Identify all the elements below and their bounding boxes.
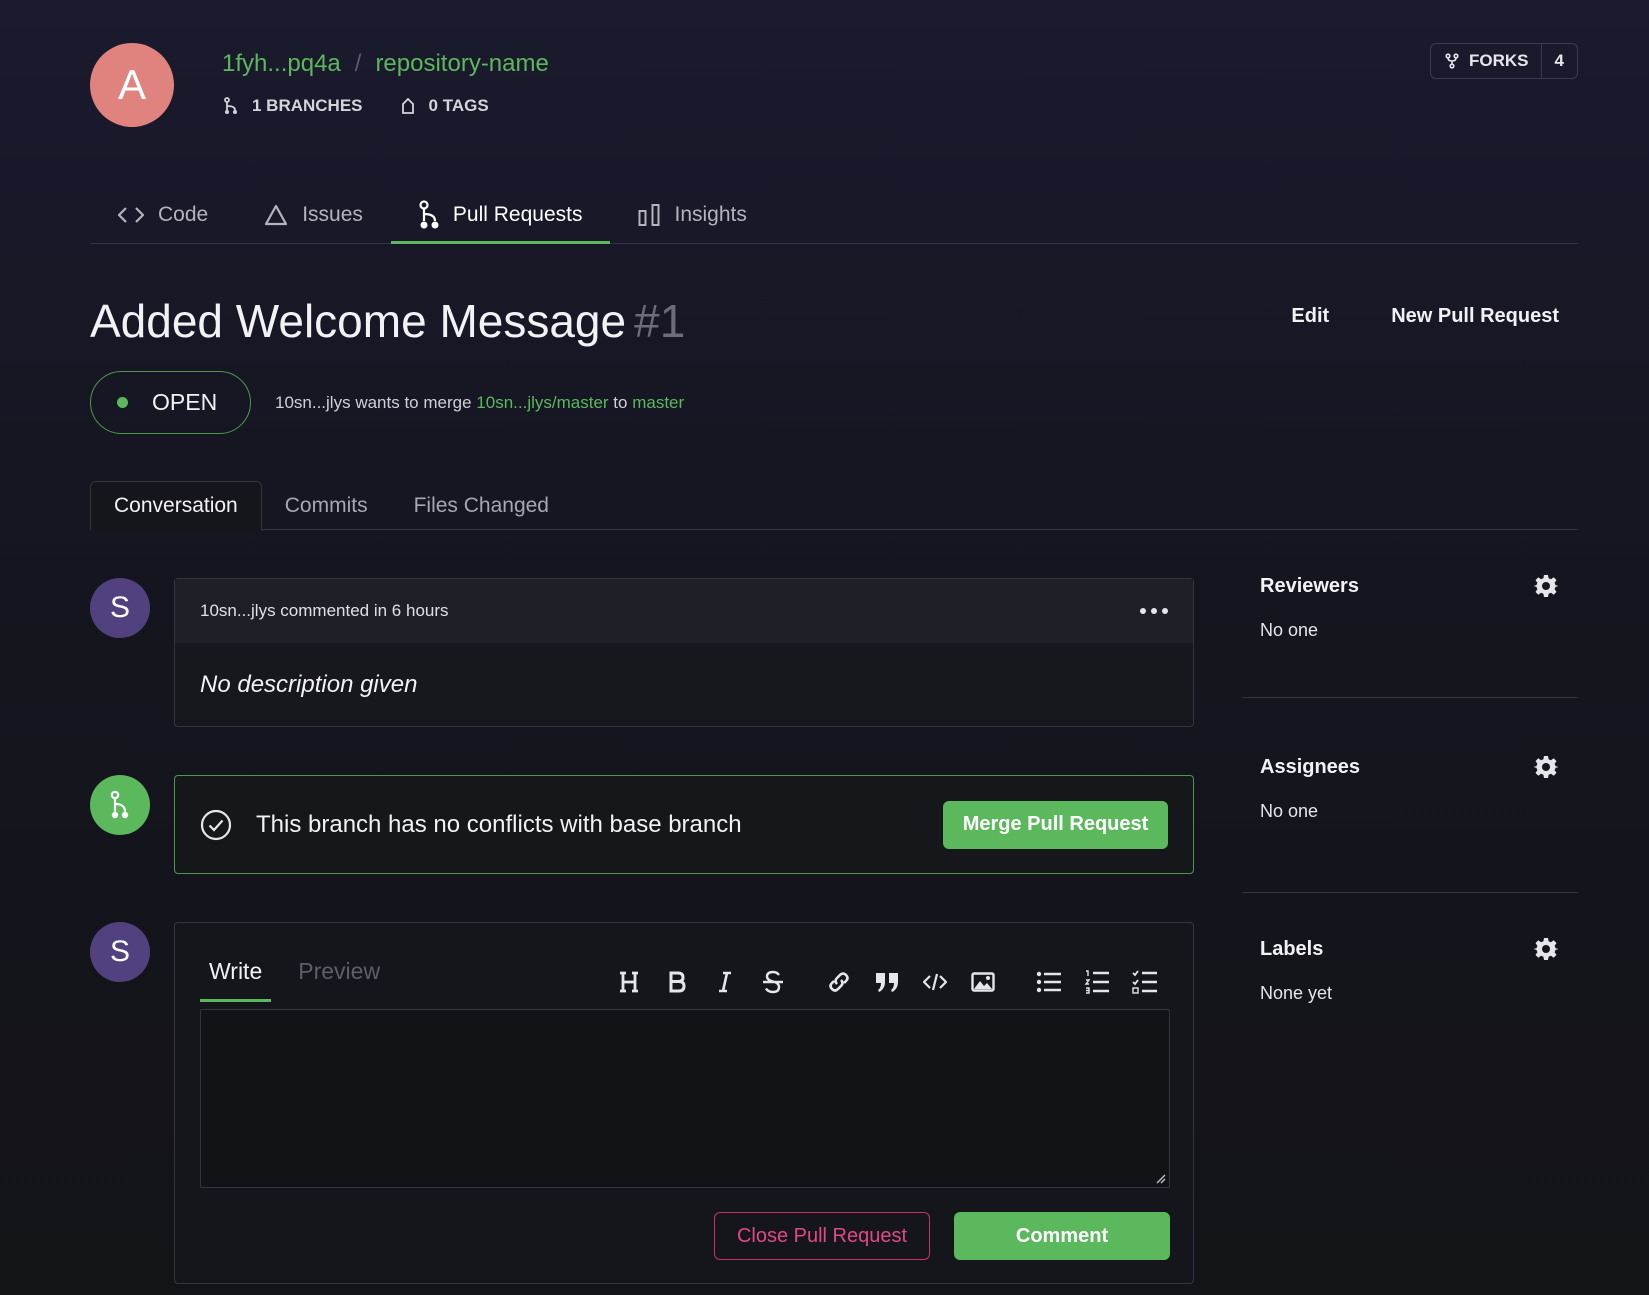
to-text: to	[613, 393, 628, 412]
comment-author-avatar[interactable]: S	[90, 578, 150, 638]
branches-count[interactable]: 1 BRANCHES	[224, 96, 363, 116]
repo-name-link[interactable]: repository-name	[375, 50, 548, 78]
merge-description: 10sn...jlys wants to merge 10sn...jlys/m…	[275, 393, 684, 413]
tag-icon	[401, 98, 414, 114]
code-inline-icon[interactable]	[911, 965, 959, 999]
status-label: OPEN	[152, 389, 218, 415]
target-branch-link[interactable]: master	[632, 393, 684, 412]
wants-to-merge-text: wants to merge	[355, 393, 472, 412]
page-root: A 1fyh...pq4a / repository-name 1 BRANCH…	[0, 0, 1649, 1295]
tab-code[interactable]: Code	[90, 186, 236, 243]
comment-meta: 10sn...jlys commented in 6 hours	[200, 601, 449, 620]
new-pull-request-button[interactable]: New Pull Request	[1391, 305, 1559, 328]
fork-icon	[1445, 53, 1459, 69]
tags-label: 0 TAGS	[428, 96, 489, 115]
reviewers-value: No one	[1260, 620, 1319, 640]
image-icon[interactable]	[959, 965, 1007, 999]
comment-header: 10sn...jlys commented in 6 hours	[175, 579, 1193, 643]
repo-owner-link[interactable]: 1fyh...pq4a	[222, 50, 341, 78]
labels-value: None yet	[1260, 983, 1333, 1003]
breadcrumb-separator: /	[354, 50, 362, 77]
merge-status-card: This branch has no conflicts with base b…	[174, 775, 1194, 874]
source-branch-link[interactable]: 10sn...jlys/master	[476, 393, 608, 412]
merge-pull-request-button[interactable]: Merge Pull Request	[943, 800, 1168, 849]
current-user-avatar-letter: S	[109, 935, 130, 968]
current-user-avatar[interactable]: S	[90, 922, 150, 982]
heading-icon[interactable]	[605, 965, 653, 999]
close-pull-request-button[interactable]: Close Pull Request	[714, 1212, 930, 1260]
markdown-toolbar	[605, 965, 1169, 999]
check-circle-icon	[200, 809, 232, 840]
branches-label: 1 BRANCHES	[252, 96, 363, 115]
bulleted-list-icon[interactable]	[1025, 965, 1073, 999]
forks-label: FORKS	[1469, 51, 1529, 70]
tags-count[interactable]: 0 TAGS	[401, 96, 489, 116]
pr-subtabs: Conversation Commits Files Changed	[90, 481, 1578, 531]
gear-icon[interactable]	[1534, 755, 1558, 779]
tab-insights-label: Insights	[674, 202, 747, 226]
comment-avatar-letter: S	[109, 591, 130, 624]
merge-icon	[110, 790, 129, 819]
italic-icon[interactable]	[701, 965, 749, 999]
tab-conversation[interactable]: Conversation	[90, 481, 262, 531]
quote-icon[interactable]	[863, 965, 911, 999]
owner-avatar[interactable]: A	[90, 43, 174, 127]
strikethrough-icon[interactable]	[749, 965, 797, 999]
pr-title-text: Added Welcome Message	[90, 295, 627, 347]
pull-request-icon	[419, 199, 439, 228]
labels-section: Labels None yet	[1242, 937, 1578, 1057]
repo-meta: 1 BRANCHES 0 TAGS	[224, 96, 489, 116]
warning-triangle-icon	[265, 204, 288, 225]
edit-button[interactable]: Edit	[1291, 305, 1329, 328]
reviewers-section: Reviewers No one	[1242, 574, 1578, 698]
tab-pull-requests[interactable]: Pull Requests	[390, 186, 611, 244]
assignees-value: No one	[1260, 801, 1319, 821]
comment-textarea[interactable]	[200, 1009, 1170, 1188]
owner-avatar-letter: A	[117, 61, 146, 108]
bar-chart-icon	[638, 203, 660, 226]
pr-author: 10sn...jlys	[275, 393, 351, 412]
tab-issues[interactable]: Issues	[236, 186, 391, 243]
reviewers-title: Reviewers	[1260, 574, 1359, 597]
merge-status-message: This branch has no conflicts with base b…	[256, 810, 742, 838]
tab-insights[interactable]: Insights	[610, 186, 774, 243]
tab-code-label: Code	[158, 202, 209, 226]
resize-handle-icon[interactable]	[1154, 1172, 1166, 1184]
page-title: Added Welcome Message #1	[90, 294, 685, 348]
pr-number: #1	[634, 295, 686, 347]
tab-files-changed[interactable]: Files Changed	[391, 481, 572, 530]
labels-title: Labels	[1260, 937, 1324, 960]
task-list-icon[interactable]	[1121, 965, 1169, 999]
numbered-list-icon[interactable]	[1073, 965, 1121, 999]
tab-commits[interactable]: Commits	[262, 481, 391, 530]
merge-status-avatar	[90, 775, 150, 835]
editor-tabs: Write Preview	[200, 958, 389, 1002]
status-badge: OPEN	[90, 371, 251, 434]
comment-button[interactable]: Comment	[954, 1212, 1170, 1260]
more-options-icon[interactable]	[1140, 608, 1168, 614]
tab-pull-requests-label: Pull Requests	[452, 202, 583, 226]
tab-write[interactable]: Write	[200, 958, 272, 1002]
repo-nav: Code Issues Pull Requests Insights	[90, 186, 1578, 244]
comment-body: No description given	[200, 671, 418, 698]
comment-card: 10sn...jlys commented in 6 hours No desc…	[174, 578, 1194, 727]
pr-actions: Edit New Pull Request	[1291, 305, 1559, 328]
gear-icon[interactable]	[1534, 937, 1558, 961]
link-icon[interactable]	[815, 965, 863, 999]
tab-issues-label: Issues	[302, 202, 363, 226]
repo-breadcrumb: 1fyh...pq4a / repository-name	[222, 50, 549, 78]
forks-button[interactable]: FORKS 4	[1430, 43, 1578, 79]
forks-label-wrap: FORKS	[1431, 44, 1542, 78]
status-dot	[117, 397, 128, 408]
branch-icon	[224, 97, 237, 114]
assignees-title: Assignees	[1260, 755, 1361, 778]
gear-icon[interactable]	[1534, 574, 1558, 598]
code-icon	[118, 206, 144, 223]
bold-icon[interactable]	[653, 965, 701, 999]
tab-preview[interactable]: Preview	[289, 958, 389, 1002]
comment-editor: Write Preview Close Pull Request Comment	[174, 922, 1194, 1284]
assignees-section: Assignees No one	[1242, 755, 1578, 893]
forks-count: 4	[1554, 51, 1564, 70]
